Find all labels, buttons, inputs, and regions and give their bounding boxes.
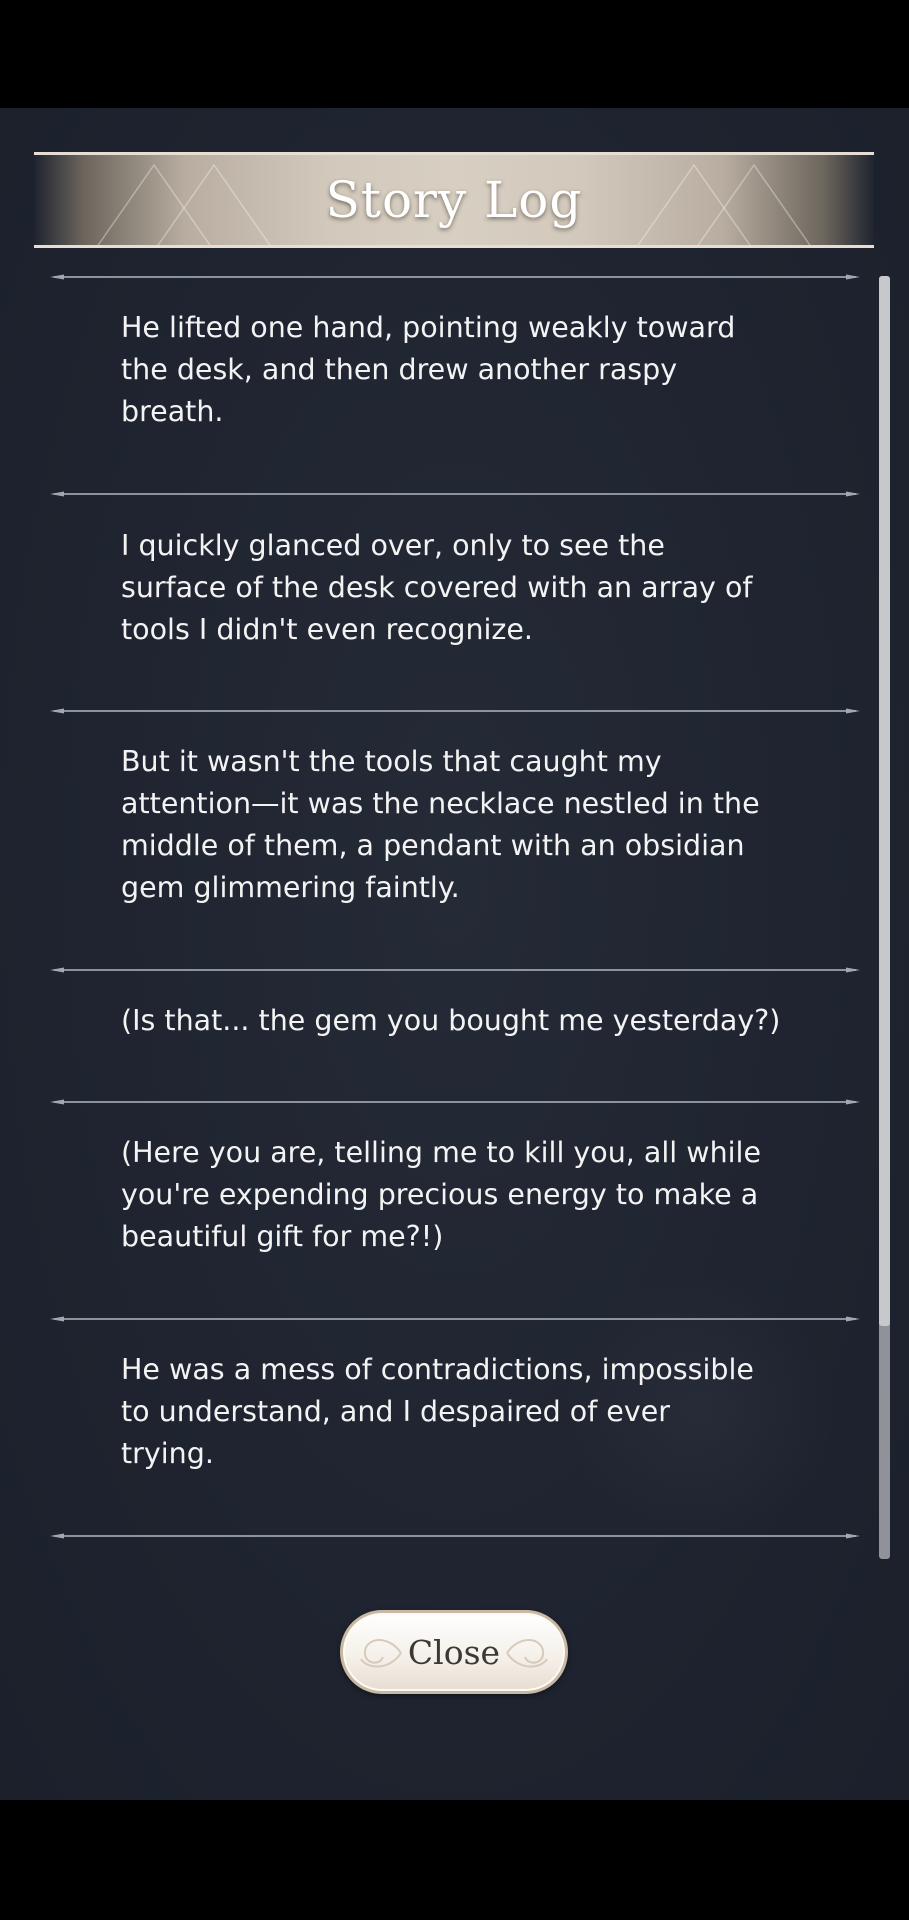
divider-end-ornament-icon: [50, 967, 860, 973]
story-log-list[interactable]: He lifted one hand, pointing weakly towa…: [0, 273, 909, 1648]
close-button-label: Close: [407, 1632, 501, 1672]
divider-end-ornament-icon: [50, 274, 860, 280]
log-entry-text: He was a mess of contradictions, impossi…: [121, 1353, 754, 1470]
flourish-icon: [506, 1639, 548, 1668]
log-entry-text: He lifted one hand, pointing weakly towa…: [121, 311, 736, 428]
flourish-icon: [360, 1639, 402, 1668]
navigation-bar-area: [0, 1800, 909, 1920]
log-entry-text: (Is that... the gem you bought me yester…: [121, 1004, 781, 1037]
banner-diamond-ornament-icon: [97, 163, 271, 245]
log-entry-text: But it wasn't the tools that caught my a…: [121, 745, 760, 904]
scrollbar-thumb[interactable]: [879, 276, 890, 1326]
story-log-header: Story Log: [34, 152, 874, 248]
divider-end-ornament-icon: [50, 491, 860, 497]
page-title: Story Log: [325, 171, 583, 229]
close-button[interactable]: Close: [340, 1610, 568, 1694]
divider-end-ornament-icon: [50, 1316, 860, 1322]
banner-diamond-ornament-icon: [637, 163, 811, 245]
log-entry-text: (Here you are, telling me to kill you, a…: [121, 1136, 762, 1253]
divider-end-ornament-icon: [50, 1533, 860, 1539]
divider-end-ornament-icon: [50, 708, 860, 714]
story-log-panel: Story Log He lifted one hand, pointing w…: [0, 108, 909, 1800]
log-entry-text: I quickly glanced over, only to see the …: [121, 529, 753, 646]
divider-end-ornament-icon: [50, 1099, 860, 1105]
status-bar-area: [0, 0, 909, 108]
